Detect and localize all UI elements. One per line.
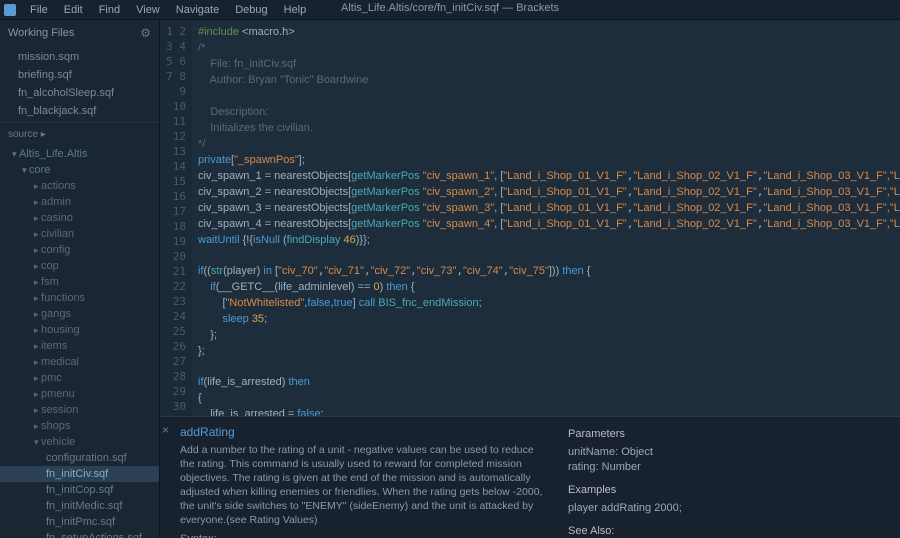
tree-folder[interactable]: civilian — [0, 226, 159, 242]
tree-file[interactable]: fn_initCiv.sqf — [0, 466, 159, 482]
tree-folder[interactable]: config — [0, 242, 159, 258]
tree-folder[interactable]: cop — [0, 258, 159, 274]
tree-folder[interactable]: items — [0, 338, 159, 354]
tree-folder[interactable]: housing — [0, 322, 159, 338]
menu-navigate[interactable]: Navigate — [168, 2, 227, 18]
tree-root[interactable]: Altis_Life.Altis — [0, 146, 159, 162]
working-file[interactable]: briefing.sqf — [0, 66, 159, 84]
menu-edit[interactable]: Edit — [56, 2, 91, 18]
doc-examples-head: Examples — [568, 483, 888, 498]
tree-file[interactable]: fn_setupActions.sqf — [0, 530, 159, 538]
line-gutter: 1 2 3 4 5 6 7 8 9 10 11 12 13 14 15 16 1… — [160, 20, 192, 416]
tree-folder[interactable]: functions — [0, 290, 159, 306]
tree-folder[interactable]: fsm — [0, 274, 159, 290]
doc-panel: × addRating Add a number to the rating o… — [160, 416, 900, 538]
tree-folder[interactable]: vehicle — [0, 434, 159, 450]
doc-title: addRating — [180, 425, 548, 439]
working-file[interactable]: fn_alcoholSleep.sqf — [0, 84, 159, 102]
tree-file[interactable]: fn_initCop.sqf — [0, 482, 159, 498]
source-header[interactable]: source ▸ — [0, 122, 159, 146]
file-tree: Altis_Life.Altis core actionsadmincasino… — [0, 146, 159, 538]
doc-example: player addRating 2000; — [568, 501, 888, 516]
doc-params-head: Parameters — [568, 427, 888, 442]
menu-debug[interactable]: Debug — [227, 2, 275, 18]
window-title: Altis_Life.Altis/core/fn_initCiv.sqf — B… — [341, 2, 559, 14]
doc-description: Add a number to the rating of a unit - n… — [180, 443, 548, 527]
code-editor[interactable]: 1 2 3 4 5 6 7 8 9 10 11 12 13 14 15 16 1… — [160, 20, 900, 416]
tree-folder[interactable]: medical — [0, 354, 159, 370]
menu-view[interactable]: View — [128, 2, 168, 18]
tree-folder[interactable]: session — [0, 402, 159, 418]
doc-syntax-label: Syntax: — [180, 533, 548, 538]
tree-file[interactable]: configuration.sqf — [0, 450, 159, 466]
tree-file[interactable]: fn_initMedic.sqf — [0, 498, 159, 514]
tree-folder[interactable]: shops — [0, 418, 159, 434]
doc-param: unitName: Object — [568, 445, 888, 460]
app-logo-icon — [4, 4, 16, 16]
menu-help[interactable]: Help — [276, 2, 315, 18]
close-icon[interactable]: × — [162, 423, 169, 437]
working-files-header: Working Files ⚙ — [0, 20, 159, 46]
working-file[interactable]: mission.sqm — [0, 48, 159, 66]
tree-folder[interactable]: casino — [0, 210, 159, 226]
tree-folder[interactable]: admin — [0, 194, 159, 210]
tree-folder[interactable]: pmenu — [0, 386, 159, 402]
tree-folder-core[interactable]: core — [0, 162, 159, 178]
menu-find[interactable]: Find — [91, 2, 128, 18]
working-files-label: Working Files — [8, 27, 74, 39]
tree-folder[interactable]: pmc — [0, 370, 159, 386]
menu-file[interactable]: File — [22, 2, 56, 18]
editor-area: 1 2 3 4 5 6 7 8 9 10 11 12 13 14 15 16 1… — [160, 20, 900, 538]
working-file[interactable]: fn_blackjack.sqf — [0, 102, 159, 120]
code-content[interactable]: #include <macro.h> /* File: fn_initCiv.s… — [192, 20, 900, 416]
doc-param: rating: Number — [568, 460, 888, 475]
gear-icon[interactable]: ⚙ — [140, 26, 151, 40]
tree-file[interactable]: fn_initPmc.sqf — [0, 514, 159, 530]
menubar: File Edit Find View Navigate Debug Help … — [0, 0, 900, 20]
tree-folder[interactable]: gangs — [0, 306, 159, 322]
working-files-list: mission.sqm briefing.sqf fn_alcoholSleep… — [0, 46, 159, 122]
tree-folder[interactable]: actions — [0, 178, 159, 194]
doc-seealso-head: See Also: — [568, 524, 888, 538]
sidebar: Working Files ⚙ mission.sqm briefing.sqf… — [0, 20, 160, 538]
